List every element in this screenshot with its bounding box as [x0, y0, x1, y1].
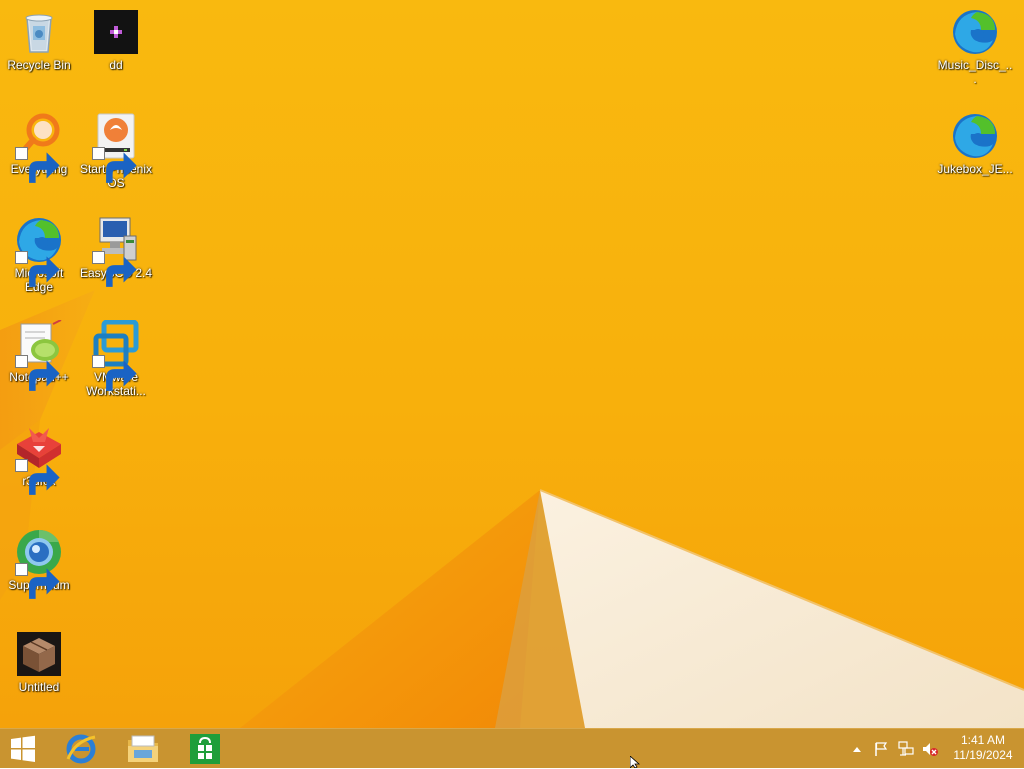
shortcut-arrow-icon [92, 251, 137, 287]
desktop-icon-label: Music_Disc_... [937, 58, 1013, 86]
desktop-icon-label: Untitled [18, 680, 60, 694]
store-icon [190, 734, 220, 764]
r3dfox-icon [15, 424, 63, 495]
chevron-up-icon [853, 747, 861, 752]
desktop-icon-notepadpp[interactable]: Notepad++ [1, 320, 77, 391]
shortcut-arrow-icon [92, 147, 137, 183]
shortcut-arrow-icon [15, 459, 60, 495]
desktop-icon-label: dd [109, 58, 123, 72]
clock-date: 11/19/2024 [953, 748, 1013, 762]
desktop-icon-untitled[interactable]: Untitled [1, 630, 77, 694]
desktop-icon-vmware-workstation[interactable]: VMware Workstati... [78, 320, 154, 398]
edge-icon [951, 8, 999, 56]
desktop-icon-r3dfox[interactable]: r3dfox [1, 424, 77, 495]
desktop-icon-everything[interactable]: Everything [1, 112, 77, 183]
flag-icon [875, 742, 888, 756]
tray-show-hidden-icons[interactable] [849, 729, 865, 769]
shortcut-arrow-icon [92, 355, 137, 391]
easybcd-icon [92, 216, 140, 287]
taskbar-store[interactable] [182, 731, 228, 767]
desktop[interactable]: Recycle Bin dd Every [0, 0, 1024, 728]
desktop-icon-music-disc[interactable]: Music_Disc_... [937, 8, 1013, 86]
edge-icon [951, 112, 999, 160]
desktop-icon-recycle-bin[interactable]: Recycle Bin [1, 8, 77, 72]
start-button[interactable] [0, 731, 46, 767]
desktop-icon-microsoft-edge[interactable]: Microsoft Edge [1, 216, 77, 294]
vmware-icon [92, 320, 140, 391]
shortcut-arrow-icon [15, 147, 60, 183]
shortcut-arrow-icon [15, 355, 60, 391]
everything-search-icon [15, 112, 63, 183]
desktop-icon-supermium[interactable]: Supermium [1, 528, 77, 599]
recycle-bin-icon [15, 8, 63, 56]
tray-volume-muted[interactable] [919, 729, 941, 769]
desktop-icon-dd[interactable]: dd [78, 8, 154, 72]
box-icon [15, 630, 63, 678]
mouse-pointer-icon [630, 756, 641, 768]
desktop-icon-label: Jukebox_JE... [937, 162, 1013, 176]
edge-icon [15, 216, 63, 287]
taskbar-file-explorer[interactable] [120, 731, 166, 767]
network-icon [898, 741, 914, 756]
taskbar: 1:41 AM 11/19/2024 [0, 728, 1024, 768]
desktop-icon-label: Recycle Bin [7, 58, 71, 72]
taskbar-internet-explorer[interactable] [58, 731, 104, 767]
shortcut-arrow-icon [15, 251, 60, 287]
clock-time: 1:41 AM [960, 733, 1006, 747]
internet-explorer-icon [66, 734, 96, 764]
supermium-icon [15, 528, 63, 599]
shortcut-arrow-icon [15, 563, 60, 599]
tray-network[interactable] [895, 729, 917, 769]
desktop-icon-easybcd[interactable]: EasyBCD 2.4 [78, 216, 154, 287]
windows-logo-icon [11, 735, 35, 762]
tray-action-center[interactable] [871, 729, 891, 769]
dd-app-icon [92, 8, 140, 56]
file-explorer-icon [128, 735, 158, 762]
desktop-icon-start-phoenix-os[interactable]: Start Phoenix OS [78, 112, 154, 190]
taskbar-clock[interactable]: 1:41 AM 11/19/2024 [948, 733, 1018, 763]
phoenix-os-icon [92, 112, 140, 183]
notepadpp-icon [15, 320, 63, 391]
desktop-icon-jukebox[interactable]: Jukebox_JE... [937, 112, 1013, 176]
speaker-muted-icon [923, 743, 938, 756]
